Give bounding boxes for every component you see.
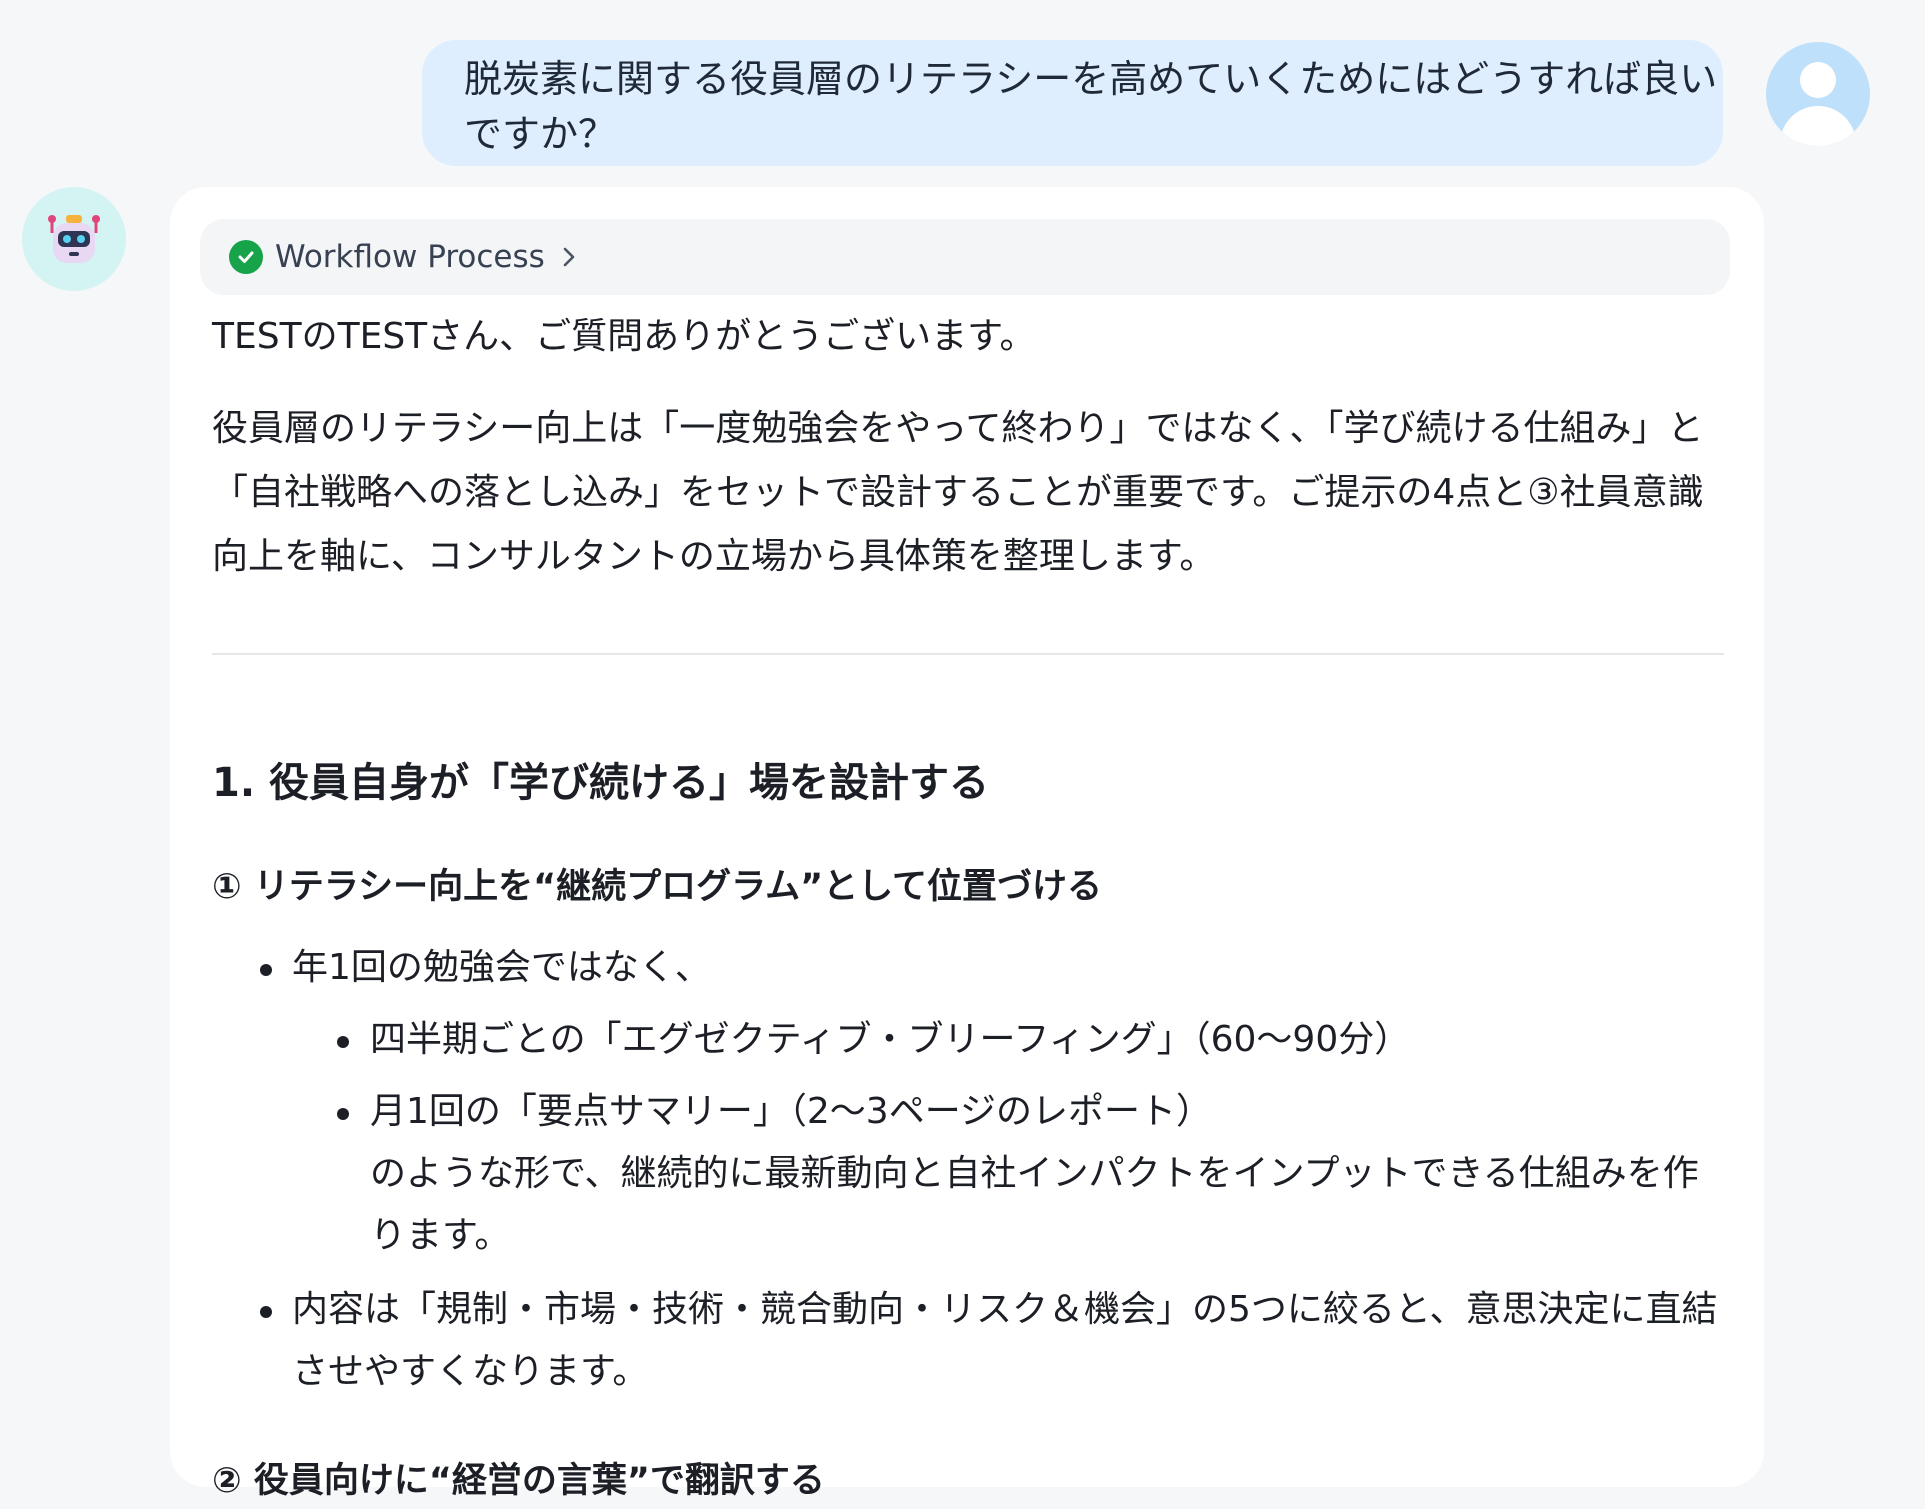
list-item: 年1回の勉強会ではなく、 四半期ごとの「エグゼクティブ・ブリーフィング」（60〜…	[212, 937, 1732, 1267]
intro-paragraph: 役員層のリテラシー向上は「一度勉強会をやって終わり」ではなく、「学び続ける仕組み…	[212, 408, 1704, 577]
check-circle-icon	[229, 240, 263, 274]
list-item-continuation: のような形で、継続的に最新動向と自社インパクトをインプットできる仕組みを作ります…	[370, 1153, 1699, 1256]
greeting-text: TESTのTESTさん、ご質問ありがとうございます。	[212, 316, 1036, 357]
workflow-label: Workflow Process	[275, 239, 545, 275]
divider	[212, 653, 1724, 655]
nested-bullet-list: 四半期ごとの「エグゼクティブ・ブリーフィング」（60〜90分） 月1回の「要点サ…	[292, 1009, 1732, 1267]
answer-content: TESTのTESTさん、ご質問ありがとうございます。 役員層のリテラシー向上は「…	[212, 305, 1732, 1509]
workflow-process-toggle[interactable]: Workflow Process	[200, 219, 1730, 295]
list-item: 内容は「規制・市場・技術・競合動向・リスク＆機会」の5つに絞ると、意思決定に直結…	[212, 1279, 1732, 1403]
list-item: 月1回の「要点サマリー」（2〜3ページのレポート） のような形で、継続的に最新動…	[292, 1081, 1732, 1267]
subsection-heading: ② 役員向けに“経営の言葉”で翻訳する	[212, 1461, 825, 1501]
user-message-text: 脱炭素に関する役員層のリテラシーを高めていくためにはどうすれば良いですか？	[464, 57, 1718, 156]
robot-icon	[22, 187, 126, 291]
user-icon	[1766, 42, 1870, 146]
list-item: 四半期ごとの「エグゼクティブ・ブリーフィング」（60〜90分）	[292, 1009, 1732, 1071]
section-heading: 1. 役員自身が「学び続ける」場を設計する	[212, 760, 989, 806]
list-item-text: 月1回の「要点サマリー」（2〜3ページのレポート）	[370, 1091, 1212, 1132]
user-message-bubble: 脱炭素に関する役員層のリテラシーを高めていくためにはどうすれば良いですか？	[422, 40, 1723, 166]
bullet-list: 年1回の勉強会ではなく、 四半期ごとの「エグゼクティブ・ブリーフィング」（60〜…	[212, 937, 1732, 1403]
subsection-heading: ① リテラシー向上を“継続プログラム”として位置づける	[212, 867, 1103, 907]
chevron-right-icon	[561, 245, 577, 269]
list-item-text: 年1回の勉強会ではなく、	[292, 947, 711, 988]
assistant-answer-card: Workflow Process TESTのTESTさん、ご質問ありがとうござい…	[170, 187, 1764, 1501]
